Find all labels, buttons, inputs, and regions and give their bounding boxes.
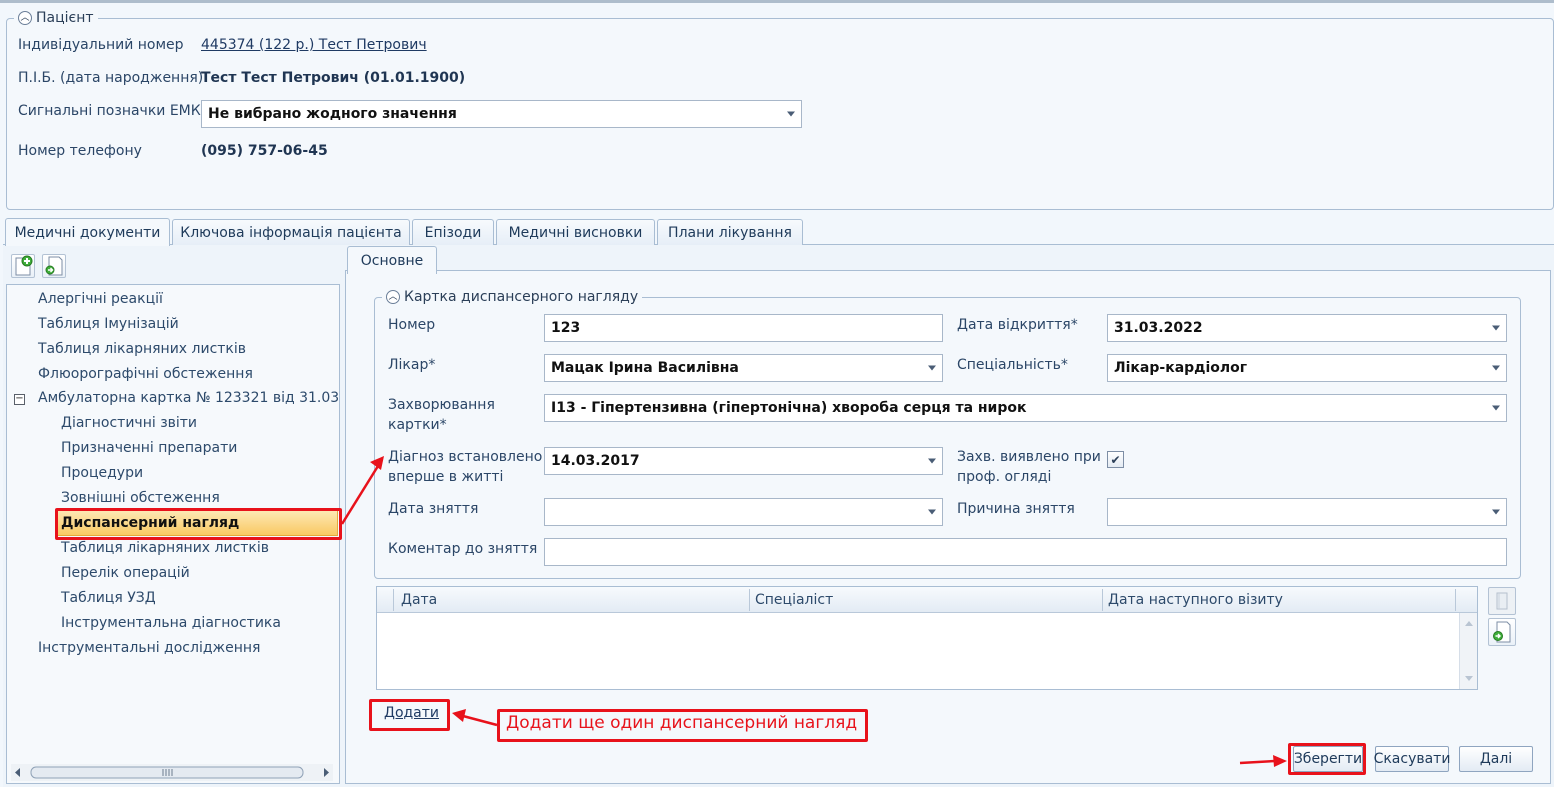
annotation-arrows: [340, 456, 1287, 767]
